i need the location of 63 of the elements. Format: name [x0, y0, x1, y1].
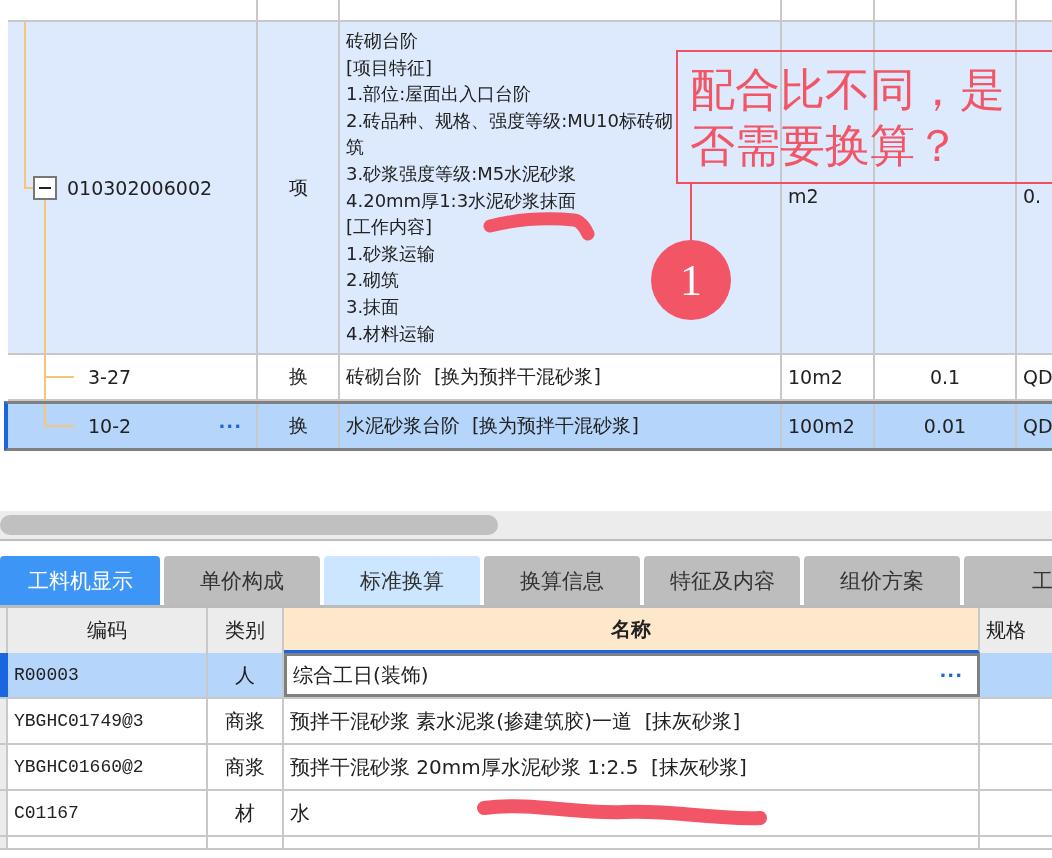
- code-cell: YBGHC01749@3: [14, 711, 144, 732]
- type-cell-text: 换: [288, 364, 308, 390]
- unit-cell: 10m2: [788, 366, 843, 389]
- table-cell: QD: [1023, 366, 1052, 389]
- description-line: 3.砂浆强度等级:M5水泥砂浆: [346, 161, 577, 186]
- name-cell: 水: [290, 799, 310, 827]
- description-line: 水泥砂浆台阶 [换为预拌干混砂浆]: [346, 413, 639, 439]
- collapse-toggle[interactable]: [33, 175, 57, 200]
- type-cell-text: 项: [288, 174, 308, 200]
- item-code: 10-2: [88, 415, 132, 438]
- row-indicator[interactable]: [0, 837, 8, 849]
- row-indicator[interactable]: [0, 791, 8, 836]
- description-line: 砖砌台阶 [换为预拌干混砂浆]: [346, 364, 601, 390]
- name-field[interactable]: 综合工日(装饰) ···: [284, 653, 980, 698]
- more-button[interactable]: ···: [939, 664, 963, 686]
- code-cell: R00003: [14, 665, 79, 686]
- leader-line: [690, 184, 692, 242]
- description-line: 3.抹面: [346, 294, 400, 319]
- column-header[interactable]: 名称: [284, 608, 980, 654]
- code-cell: YBGHC01660@2: [14, 757, 144, 778]
- description-line: 砖砌台阶: [346, 29, 418, 53]
- description-line: [工作内容]: [346, 215, 433, 240]
- category-cell: 商浆: [225, 707, 265, 735]
- column-header[interactable]: 编码: [8, 608, 208, 654]
- unit-cell: m2: [788, 184, 819, 207]
- column-header[interactable]: 类别: [208, 608, 284, 654]
- table-cell: 0.: [1023, 184, 1042, 207]
- quantity-cell: 0.1: [929, 366, 961, 389]
- description-line: 1.砂浆运输: [346, 241, 436, 266]
- row-indicator[interactable]: [0, 745, 8, 790]
- description-line: 4.材料运输: [346, 321, 436, 346]
- tab[interactable]: 标准换算: [324, 556, 480, 606]
- category-cell: 商浆: [225, 753, 265, 781]
- table-cell: QD: [1023, 415, 1052, 438]
- annotation-callout: 配合比不同，是否需要换算？: [676, 50, 1052, 184]
- description-line: [项目特征]: [346, 55, 433, 80]
- description-line: 2.砖品种、规格、强度等级:MU10标砖砌筑: [346, 108, 674, 160]
- row-indicator[interactable]: [0, 699, 8, 744]
- description-line: 4.20mm厚1:3水泥砂浆抹面: [346, 188, 577, 213]
- description-line: 1.部位:屋面出入口台阶: [346, 82, 532, 107]
- item-code: 010302006002: [67, 176, 213, 199]
- description-line: 2.砌筑: [346, 268, 400, 293]
- tab[interactable]: 特征及内容: [644, 556, 800, 606]
- quantity-cell: 0.01: [923, 415, 967, 438]
- name-cell: 预拌干混砂浆 20mm厚水泥砂浆 1:2.5 [抹灰砂浆]: [290, 753, 747, 781]
- table-row[interactable]: 10-2 ··· 换 水泥砂浆台阶 [换为预拌干混砂浆] 100m2 0.01 QD: [4, 401, 1052, 452]
- column-header[interactable]: 规格: [980, 608, 1052, 654]
- unit-cell: 100m2: [788, 415, 855, 438]
- type-cell-text: 换: [288, 413, 308, 439]
- table-row[interactable]: 3-27 换 砖砌台阶 [换为预拌干混砂浆] 10m2 0.1 QD: [8, 355, 1052, 402]
- row-indicator[interactable]: [0, 653, 8, 698]
- category-cell: 人: [235, 661, 255, 689]
- header-corner: [0, 608, 8, 654]
- name-cell: 预拌干混砂浆 素水泥浆(掺建筑胶)一道 [抹灰砂浆]: [290, 707, 741, 735]
- item-code: 3-27: [88, 366, 132, 389]
- tab[interactable]: 换算信息: [484, 556, 640, 606]
- scrollbar-thumb[interactable]: [0, 515, 498, 536]
- tab[interactable]: 组价方案: [804, 556, 960, 606]
- code-cell: C01167: [14, 803, 79, 824]
- tab[interactable]: 单价构成: [164, 556, 320, 606]
- category-cell: 材: [235, 799, 255, 827]
- tab[interactable]: 工: [964, 556, 1052, 606]
- horizontal-scrollbar[interactable]: [0, 511, 1052, 542]
